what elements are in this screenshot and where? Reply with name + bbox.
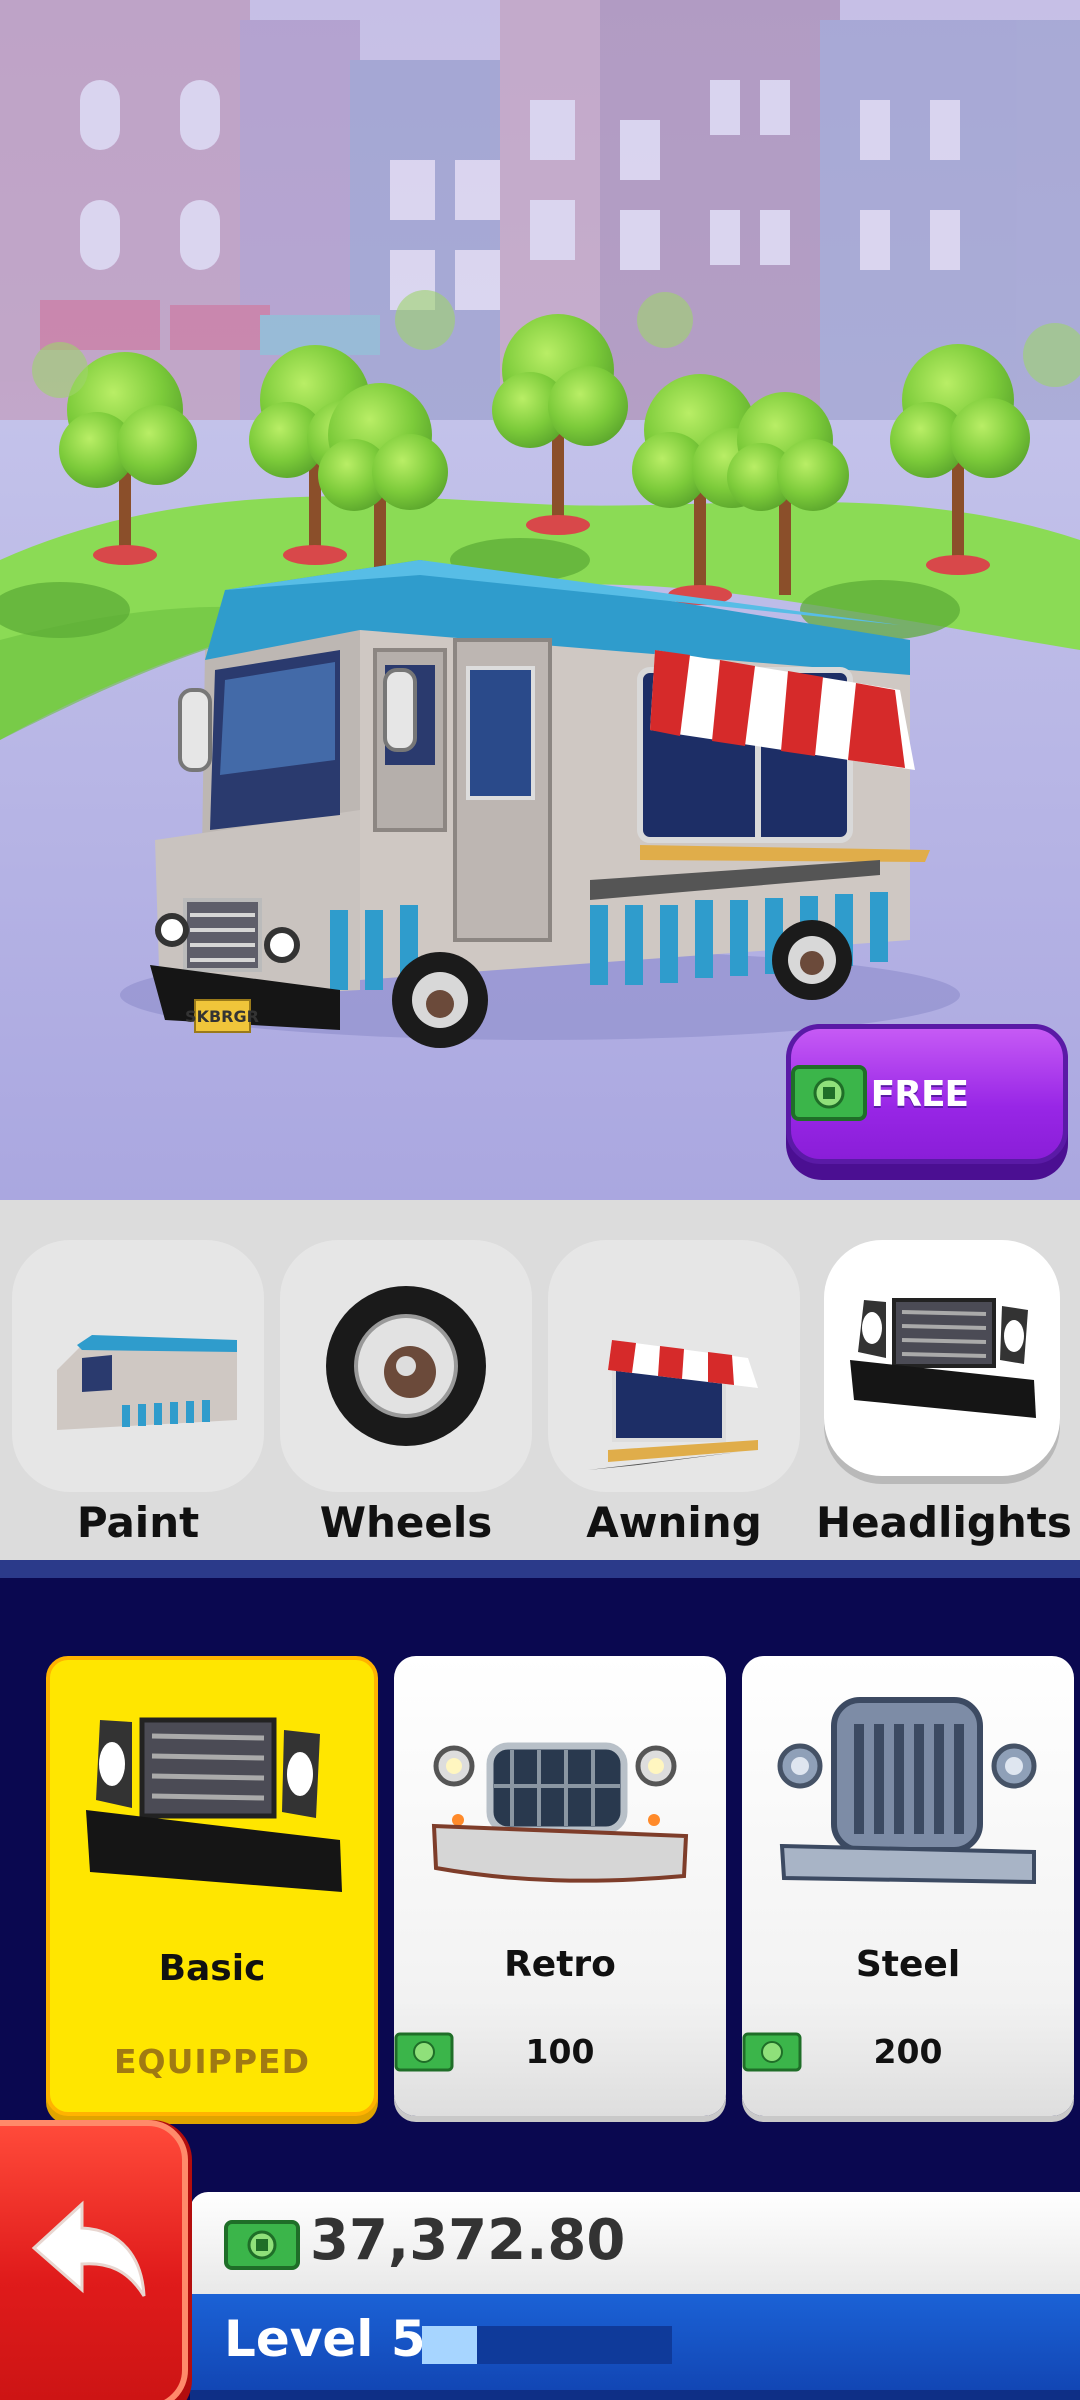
cash-icon [791,1065,867,1121]
balance-bar: 37,372.80 [190,2192,1080,2296]
retro-headlights-icon [431,1742,689,1883]
cash-icon [394,2032,454,2072]
category-headlights-label: Headlights [816,1498,1072,1547]
wheel-icon [326,1286,486,1446]
category-paint-label: Paint [76,1498,200,1547]
equipped-status: EQUIPPED [114,2042,310,2081]
category-bar: Paint Wheels Awning Headlights [0,1200,1080,1578]
category-paint[interactable]: Paint [12,1240,264,1547]
truck-body-icon [57,1335,237,1430]
item-price: 200 [742,2032,1074,2072]
cash-icon [742,2032,802,2072]
plate-text: SKBRGR [185,1007,259,1026]
awning-icon [588,1340,758,1470]
game-scene: SKBRGR 50 FREE [0,0,1080,1200]
category-awning-label: Awning [586,1498,762,1547]
back-arrow-icon [31,2200,146,2297]
category-paint-tile[interactable] [12,1240,264,1492]
category-headlights-tile[interactable] [824,1240,1060,1476]
level-bar: Level 5 [190,2294,1080,2400]
item-price: 100 [394,2032,726,2072]
back-button[interactable] [0,2120,192,2400]
basic-headlights-icon [86,1717,342,1892]
item-card-steel[interactable]: Steel 200 [742,1656,1074,2116]
steel-headlights-icon [777,1697,1037,1885]
food-truck-scene: SKBRGR [0,0,1080,1200]
balance-amount: 37,372.80 [310,2208,626,2273]
category-wheels-label: Wheels [319,1498,493,1547]
item-price-value: 100 [525,2032,595,2071]
item-price-value: 200 [873,2032,943,2071]
category-awning[interactable]: Awning [548,1240,800,1547]
category-divider [0,1560,1080,1578]
category-headlights[interactable]: Headlights [816,1240,1072,1547]
item-name: Basic [158,1948,266,1989]
category-awning-tile[interactable] [548,1240,800,1492]
item-name: Steel [855,1944,961,1985]
item-card-retro[interactable]: Retro 100 [394,1656,726,2116]
category-wheels-tile[interactable] [280,1240,532,1492]
level-progress-fill [422,2326,477,2364]
item-card-basic[interactable]: Basic EQUIPPED [46,1656,378,2116]
item-grid: Basic EQUIPPED Retro 100 Steel 200 [0,1596,1080,2196]
level-label: Level 5 [224,2310,426,2368]
free-cash-button[interactable]: 50 FREE [786,1024,1068,1180]
headlights-icon [850,1298,1036,1418]
category-wheels[interactable]: Wheels [280,1240,532,1547]
cash-icon [224,2220,300,2270]
item-name: Retro [504,1944,616,1985]
level-progress-track [422,2326,672,2364]
